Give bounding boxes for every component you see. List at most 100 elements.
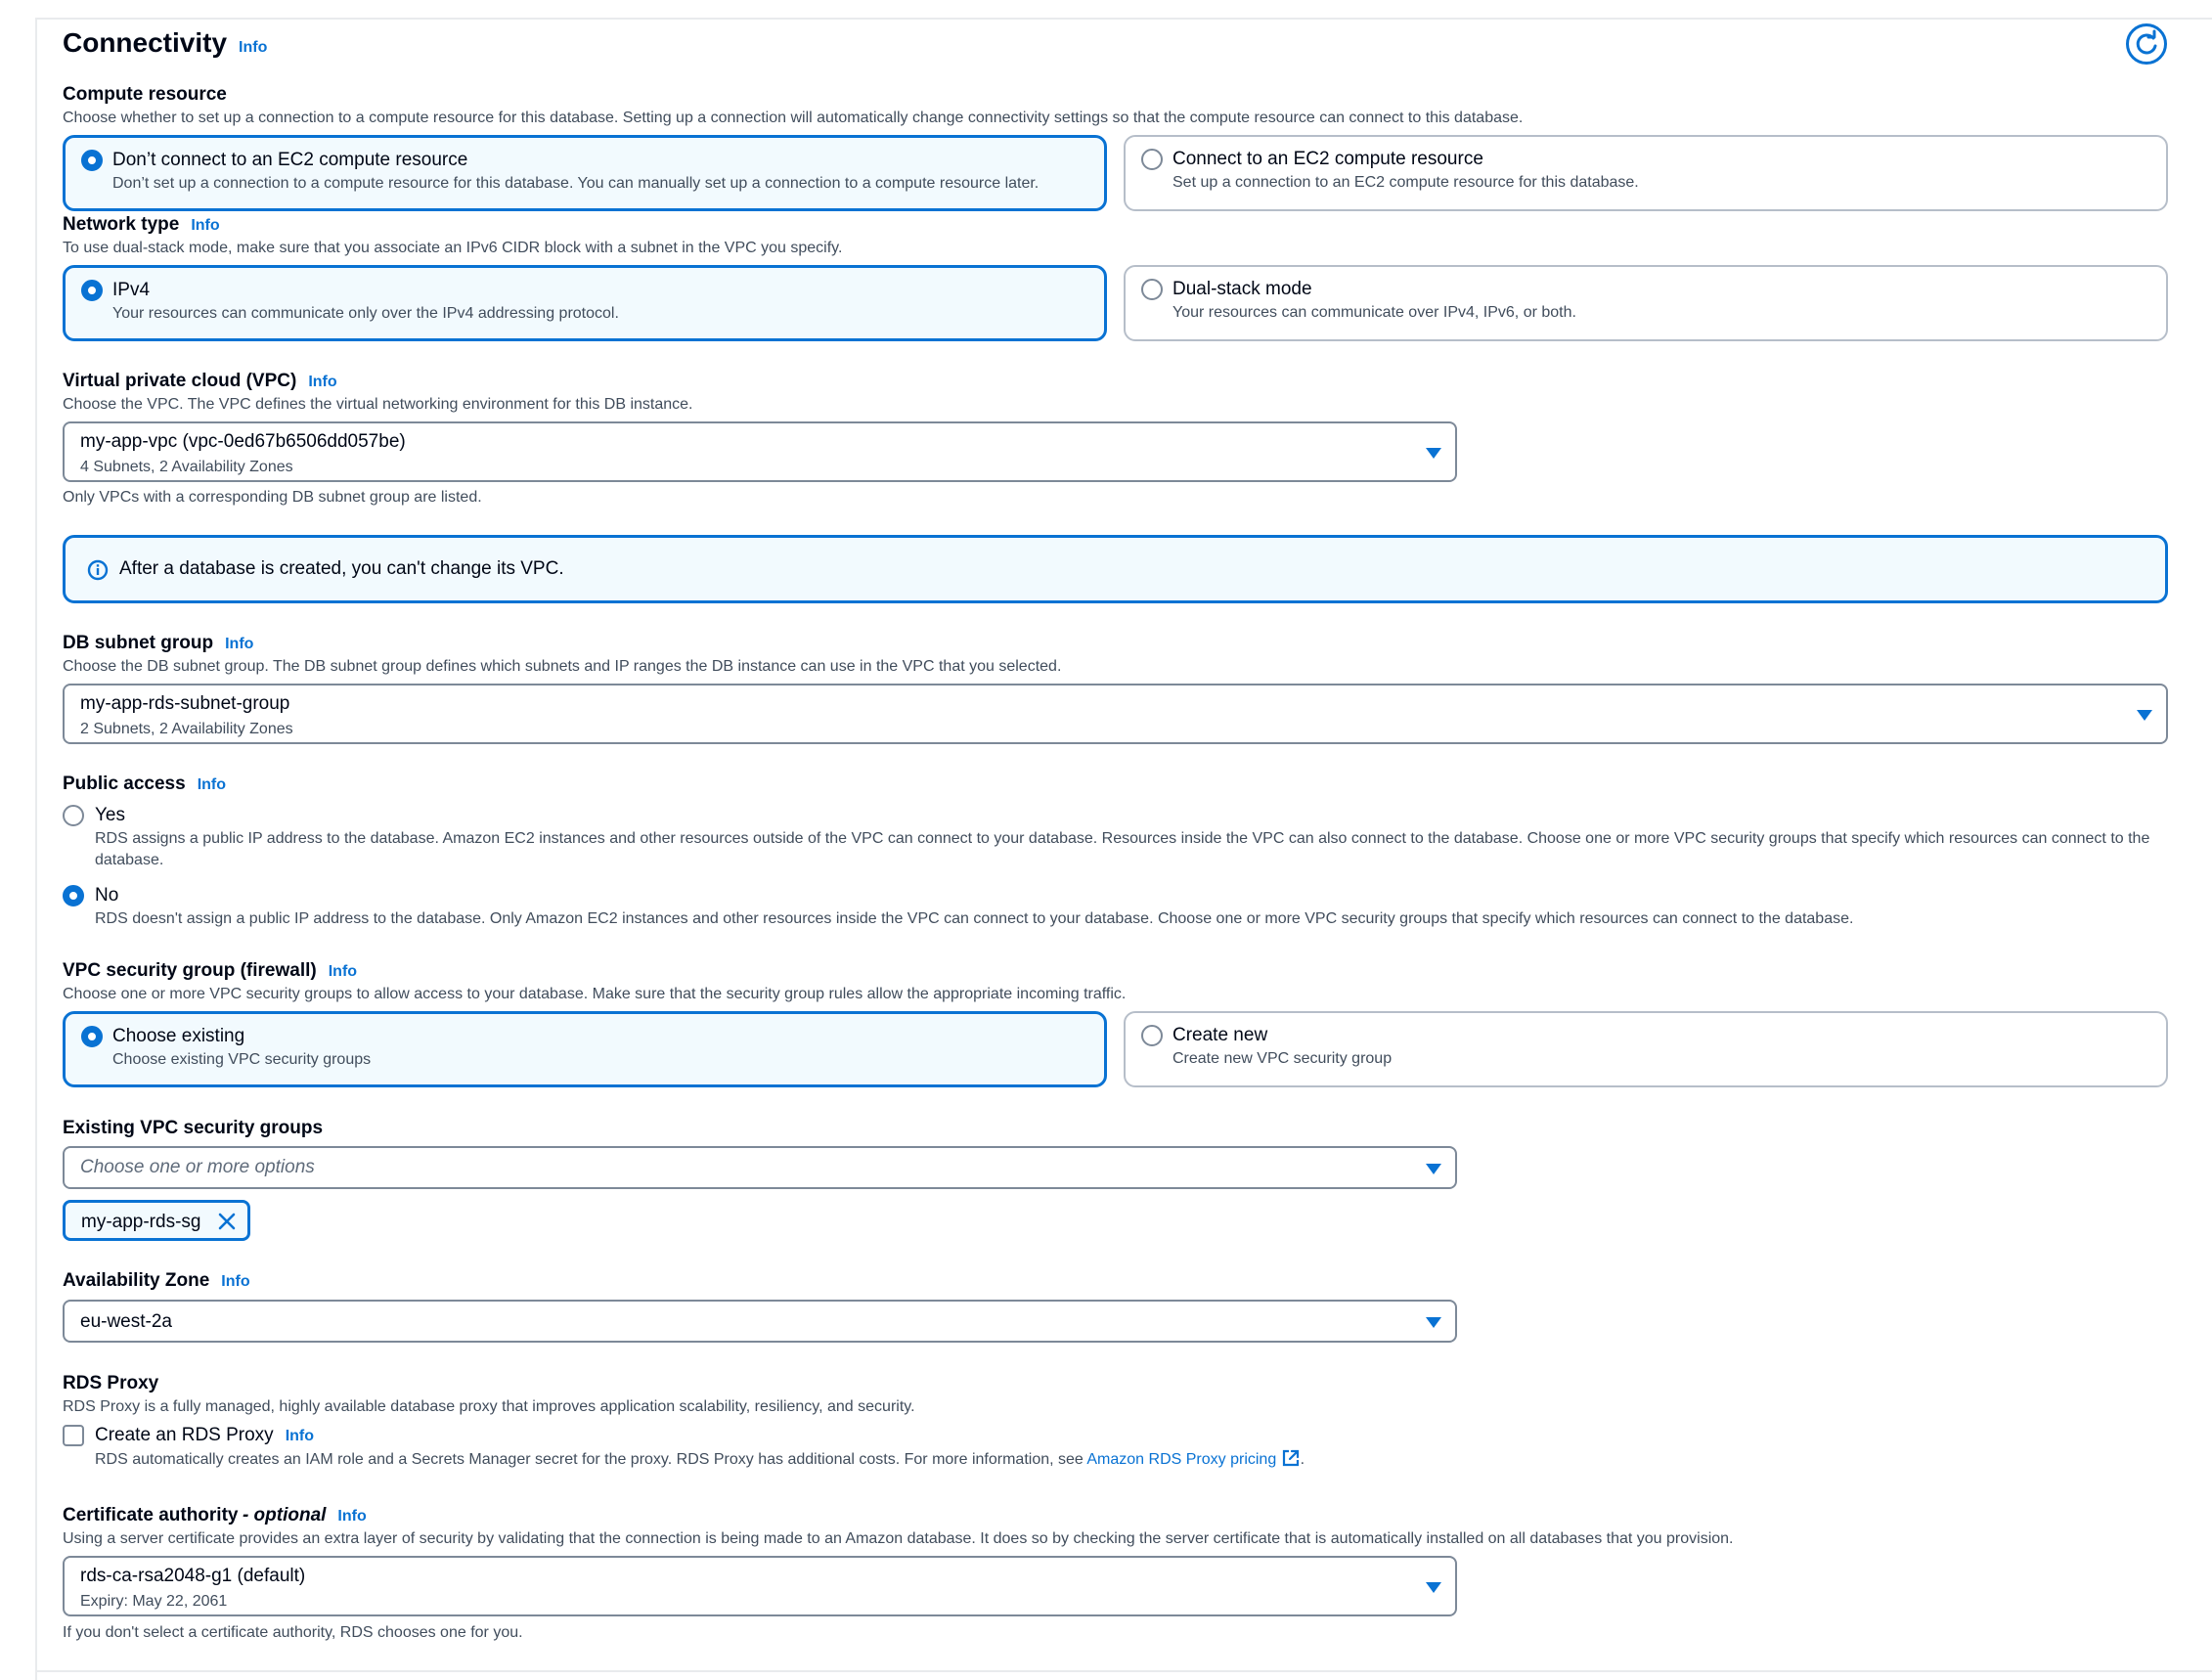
proxy-detail: RDS automatically creates an IAM role an… bbox=[95, 1448, 1305, 1471]
option-title: Create new bbox=[1172, 1025, 1268, 1045]
compute-option-dont-connect[interactable]: Don’t connect to an EC2 compute resource… bbox=[63, 135, 1107, 211]
page-title: Connectivity bbox=[63, 27, 228, 58]
section-header: Connectivity Info bbox=[63, 27, 267, 59]
info-link[interactable]: Info bbox=[225, 636, 253, 652]
token-label: my-app-rds-sg bbox=[81, 1212, 201, 1232]
select-placeholder: Choose one or more options bbox=[80, 1157, 315, 1177]
vpc-hint: Only VPCs with a corresponding DB subnet… bbox=[63, 489, 482, 506]
network-header: Network type Info bbox=[63, 214, 220, 236]
external-link-icon[interactable] bbox=[1281, 1448, 1301, 1468]
az-header: Availability Zone Info bbox=[63, 1270, 250, 1292]
caret-down-icon bbox=[1426, 1164, 1441, 1174]
close-icon[interactable] bbox=[216, 1211, 238, 1232]
selected-value: rds-ca-rsa2048-g1 (default) bbox=[80, 1566, 306, 1586]
vpc-select[interactable]: my-app-vpc (vpc-0ed67b6506dd057be) 4 Sub… bbox=[63, 421, 1457, 482]
selected-value: my-app-rds-subnet-group bbox=[80, 693, 290, 714]
network-option-ipv4[interactable]: IPv4 Your resources can communicate only… bbox=[63, 265, 1107, 341]
compute-label: Compute resource bbox=[63, 84, 227, 105]
ca-hint: If you don't select a certificate author… bbox=[63, 1624, 523, 1641]
ca-select[interactable]: rds-ca-rsa2048-g1 (default) Expiry: May … bbox=[63, 1556, 1457, 1616]
security-group-label: VPC security group (firewall) bbox=[63, 960, 317, 981]
divider bbox=[35, 1670, 2212, 1672]
alert-text: After a database is created, you can't c… bbox=[119, 558, 564, 579]
public-access-no-description: RDS doesn't assign a public IP address t… bbox=[95, 910, 1854, 927]
refresh-icon bbox=[2136, 29, 2157, 55]
public-access-header: Public access Info bbox=[63, 774, 226, 795]
info-link[interactable]: Info bbox=[239, 39, 267, 56]
selected-value: my-app-vpc (vpc-0ed67b6506dd057be) bbox=[80, 431, 406, 452]
radio-unselected[interactable] bbox=[1141, 1025, 1163, 1046]
caret-down-icon bbox=[1426, 1582, 1441, 1593]
vpc-description: Choose the VPC. The VPC defines the virt… bbox=[63, 396, 693, 413]
proxy-detail-text: RDS automatically creates an IAM role an… bbox=[95, 1451, 1084, 1468]
checkbox-label[interactable]: Create an RDS Proxy bbox=[95, 1425, 274, 1445]
option-title: Dual-stack mode bbox=[1172, 279, 1312, 299]
az-select[interactable]: eu-west-2a bbox=[63, 1300, 1457, 1343]
security-group-token: my-app-rds-sg bbox=[63, 1200, 250, 1241]
create-proxy-checkbox[interactable] bbox=[63, 1425, 84, 1446]
option-description: Don’t set up a connection to a compute r… bbox=[112, 175, 1040, 192]
existing-groups-label: Existing VPC security groups bbox=[63, 1118, 324, 1138]
option-title: Connect to an EC2 compute resource bbox=[1172, 149, 1483, 169]
caret-down-icon bbox=[1426, 448, 1441, 459]
public-access-no-radio[interactable] bbox=[63, 885, 84, 906]
subnet-description: Choose the DB subnet group. The DB subne… bbox=[63, 658, 1062, 675]
network-label: Network type bbox=[63, 214, 180, 235]
security-group-option-new[interactable]: Create new Create new VPC security group bbox=[1124, 1011, 2168, 1087]
selected-subtext: Expiry: May 22, 2061 bbox=[80, 1593, 228, 1610]
ca-header: Certificate authority - optional Info bbox=[63, 1505, 367, 1526]
info-link[interactable]: Info bbox=[308, 374, 336, 390]
security-group-option-existing[interactable]: Choose existing Choose existing VPC secu… bbox=[63, 1011, 1107, 1087]
proxy-detail-end: . bbox=[1300, 1451, 1305, 1468]
info-link[interactable]: Info bbox=[198, 776, 226, 793]
option-description: Set up a connection to an EC2 compute re… bbox=[1172, 174, 1639, 191]
option-title: IPv4 bbox=[112, 280, 151, 300]
ca-description: Using a server certificate provides an e… bbox=[63, 1530, 1734, 1547]
option-title: Don’t connect to an EC2 compute resource bbox=[112, 150, 468, 170]
proxy-pricing-link[interactable]: Amazon RDS Proxy pricing bbox=[1086, 1451, 1276, 1468]
option-description: Create new VPC security group bbox=[1172, 1050, 1393, 1067]
option-description: Your resources can communicate over IPv4… bbox=[1172, 304, 1576, 321]
radio-unselected[interactable] bbox=[1141, 149, 1163, 170]
radio-selected[interactable] bbox=[81, 280, 103, 301]
selected-subtext: 2 Subnets, 2 Availability Zones bbox=[80, 721, 293, 737]
subnet-label: DB subnet group bbox=[63, 633, 214, 653]
ca-label: Certificate authority bbox=[63, 1505, 239, 1525]
compute-description: Choose whether to set up a connection to… bbox=[63, 110, 1524, 126]
vpc-header: Virtual private cloud (VPC) Info bbox=[63, 371, 337, 392]
subnet-header: DB subnet group Info bbox=[63, 633, 253, 654]
caret-down-icon bbox=[2137, 710, 2152, 721]
selected-value: eu-west-2a bbox=[80, 1311, 172, 1332]
compute-option-connect[interactable]: Connect to an EC2 compute resource Set u… bbox=[1124, 135, 2168, 211]
vpc-label: Virtual private cloud (VPC) bbox=[63, 371, 297, 391]
info-link[interactable]: Info bbox=[329, 963, 357, 980]
info-link[interactable]: Info bbox=[191, 217, 219, 234]
option-description: Choose existing VPC security groups bbox=[112, 1051, 372, 1068]
security-group-header: VPC security group (firewall) Info bbox=[63, 960, 357, 982]
security-groups-multiselect[interactable]: Choose one or more options bbox=[63, 1146, 1457, 1189]
network-option-dual-stack[interactable]: Dual-stack mode Your resources can commu… bbox=[1124, 265, 2168, 341]
radio-unselected[interactable] bbox=[1141, 279, 1163, 300]
selected-subtext: 4 Subnets, 2 Availability Zones bbox=[80, 459, 293, 475]
proxy-label: RDS Proxy bbox=[63, 1373, 159, 1393]
info-circle-icon bbox=[87, 559, 109, 581]
radio-selected[interactable] bbox=[81, 150, 103, 171]
public-access-label: Public access bbox=[63, 774, 186, 794]
vpc-info-alert: After a database is created, you can't c… bbox=[63, 535, 2168, 603]
option-title: Choose existing bbox=[112, 1026, 245, 1046]
network-description: To use dual-stack mode, make sure that y… bbox=[63, 240, 843, 256]
public-access-no-label[interactable]: No bbox=[95, 885, 118, 906]
security-group-description: Choose one or more VPC security groups t… bbox=[63, 986, 1127, 1002]
create-proxy-row: Create an RDS Proxy Info bbox=[95, 1425, 314, 1446]
refresh-button[interactable] bbox=[2126, 23, 2167, 65]
proxy-description: RDS Proxy is a fully managed, highly ava… bbox=[63, 1398, 915, 1415]
radio-selected[interactable] bbox=[81, 1026, 103, 1047]
ca-optional-label: - optional bbox=[242, 1505, 327, 1525]
subnet-select[interactable]: my-app-rds-subnet-group 2 Subnets, 2 Ava… bbox=[63, 684, 2168, 744]
info-link[interactable]: Info bbox=[286, 1428, 314, 1444]
public-access-yes-radio[interactable] bbox=[63, 805, 84, 826]
caret-down-icon bbox=[1426, 1317, 1441, 1328]
info-link[interactable]: Info bbox=[221, 1273, 249, 1290]
public-access-yes-label[interactable]: Yes bbox=[95, 805, 125, 826]
info-link[interactable]: Info bbox=[337, 1508, 366, 1525]
